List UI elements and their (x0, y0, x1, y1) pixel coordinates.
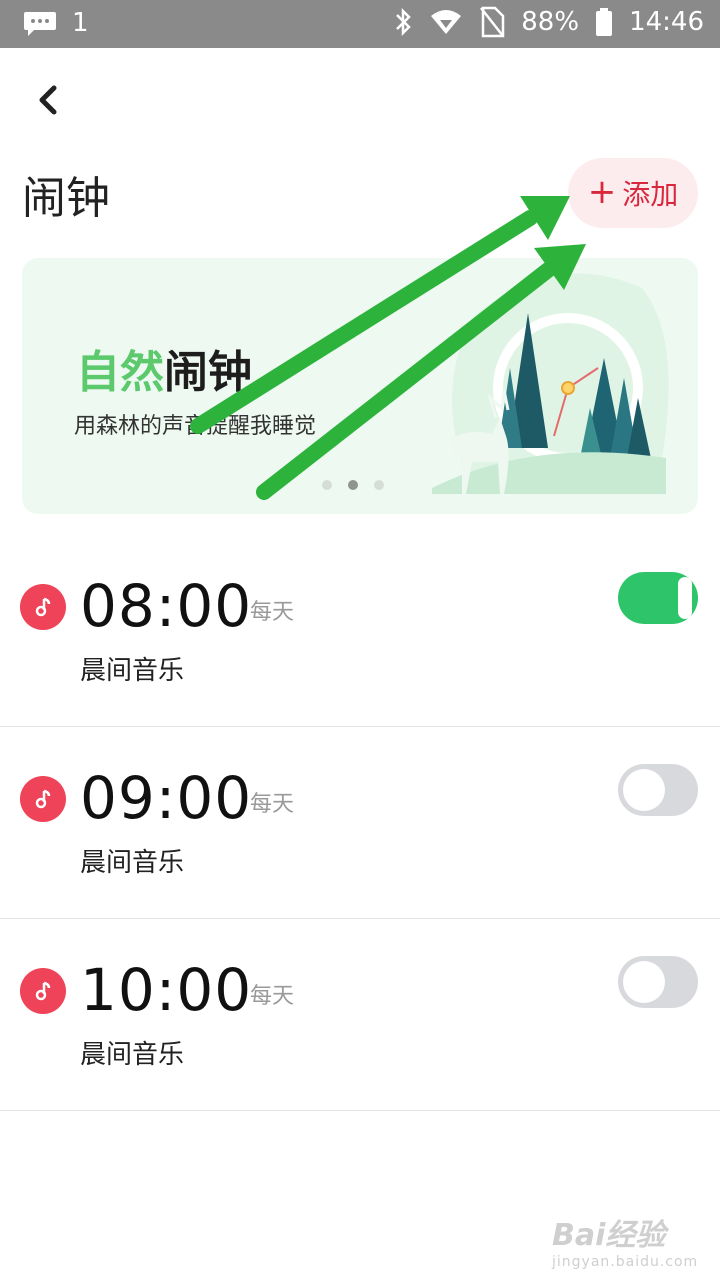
alarm-label: 晨间音乐 (80, 1040, 185, 1070)
status-bar: 1 88% 14:46 (0, 0, 720, 48)
status-time: 14:46 (629, 7, 704, 37)
chat-bubble-icon (22, 8, 58, 38)
wifi-icon (429, 8, 463, 36)
battery-percent: 88% (521, 7, 580, 37)
alarm-item[interactable]: 09:00 每天 晨间音乐 (0, 726, 720, 919)
battery-icon (595, 7, 613, 37)
banner-title-rest: 闹钟 (164, 347, 252, 398)
page-dot[interactable] (374, 480, 384, 490)
back-button[interactable] (30, 80, 70, 120)
alarm-item[interactable]: 08:00 每天 晨间音乐 (0, 534, 720, 727)
alarm-label: 晨间音乐 (80, 848, 185, 878)
bluetooth-icon (393, 7, 413, 37)
alarm-time: 10:00 (80, 956, 253, 1024)
watermark-brand: Bai经验 (552, 1218, 666, 1253)
banner-title: 自然闹钟 (76, 336, 252, 400)
add-label: 添加 (622, 178, 679, 211)
alarm-item[interactable]: 10:00 每天 晨间音乐 (0, 918, 720, 1111)
music-note-icon (20, 776, 66, 822)
alarm-label: 晨间音乐 (80, 656, 185, 686)
alarm-toggle[interactable] (618, 572, 698, 624)
toggle-knob (678, 577, 692, 619)
music-note-icon (20, 584, 66, 630)
page-dot[interactable] (322, 480, 332, 490)
alarm-toggle[interactable] (618, 956, 698, 1008)
alarm-repeat: 每天 (250, 792, 295, 817)
alarm-repeat: 每天 (250, 600, 295, 625)
toggle-knob (623, 961, 665, 1003)
forest-deer-illustration (432, 273, 669, 494)
alarm-toggle[interactable] (618, 764, 698, 816)
no-sim-icon (479, 6, 505, 38)
alarm-time: 09:00 (80, 764, 253, 832)
add-alarm-button[interactable]: + 添加 (568, 158, 698, 228)
page-title: 闹钟 (22, 173, 110, 224)
music-note-icon (20, 968, 66, 1014)
watermark-url: jingyan.baidu.com (552, 1254, 699, 1270)
alarm-time: 08:00 (80, 572, 253, 640)
banner-title-highlight: 自然 (76, 347, 164, 398)
plus-icon: + (587, 172, 617, 212)
toggle-knob (623, 769, 665, 811)
banner-subtitle: 用森林的声音提醒我睡觉 (74, 414, 317, 439)
watermark: Bai经验 jingyan.baidu.com (552, 1210, 698, 1270)
banner-pagination (322, 480, 384, 490)
back-icon (39, 85, 57, 115)
page-dot-active[interactable] (348, 480, 358, 490)
alarm-repeat: 每天 (250, 984, 295, 1009)
nature-alarm-banner[interactable]: 自然闹钟 用森林的声音提醒我睡觉 (22, 258, 698, 514)
notification-count: 1 (72, 8, 89, 38)
